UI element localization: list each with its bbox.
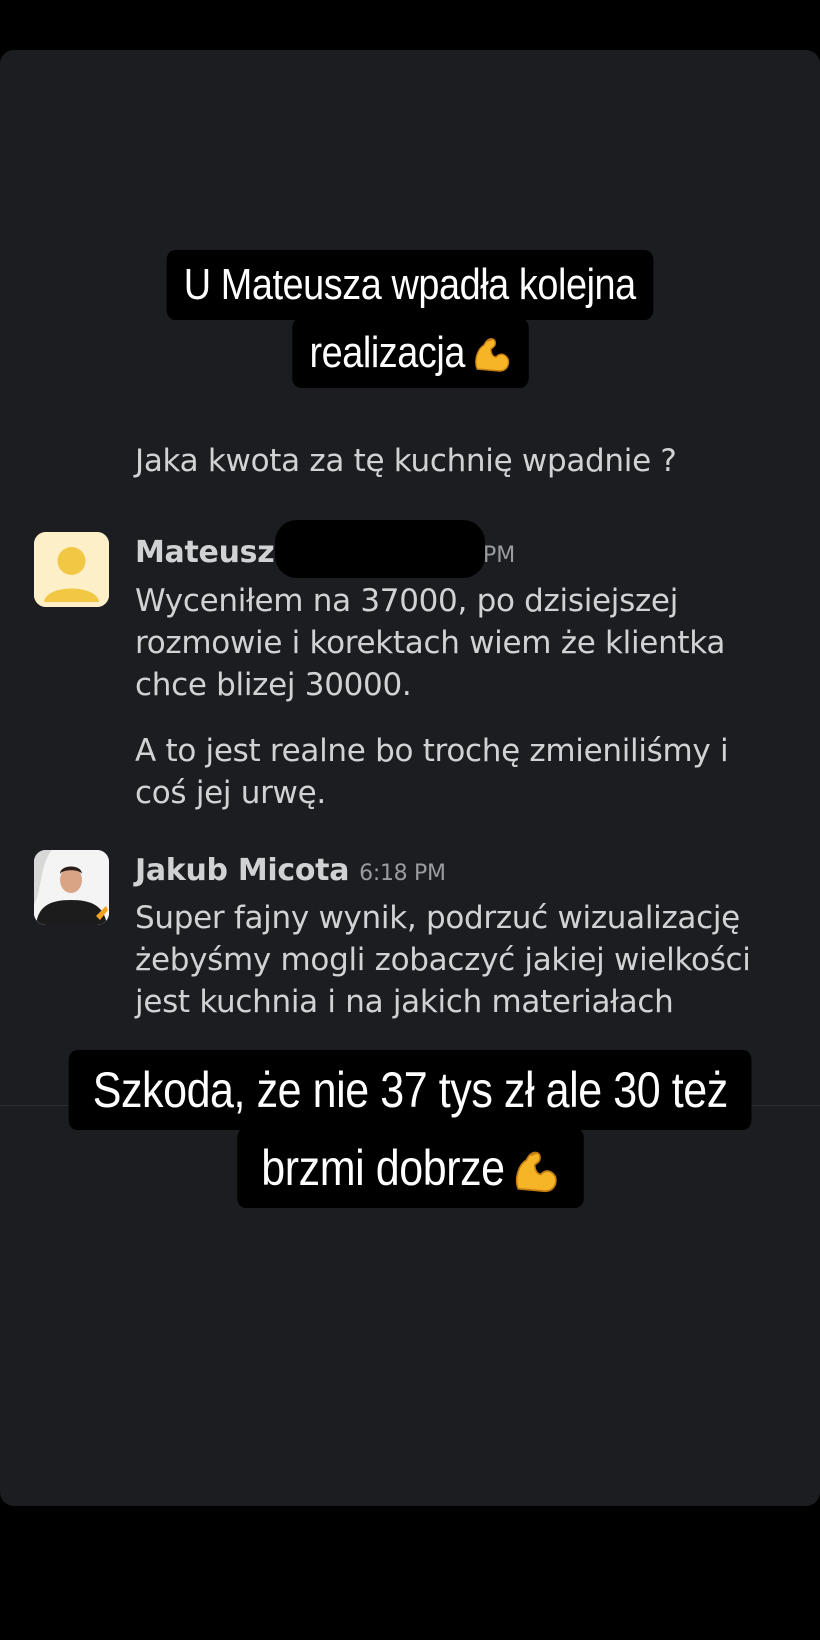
redaction-mark	[275, 520, 485, 578]
flexed-biceps-icon	[509, 1148, 559, 1196]
caption-bottom-line2: brzmi dobrze	[236, 1128, 584, 1208]
message-body: Wyceniłem na 37000, po dzisiejszej rozmo…	[135, 583, 726, 703]
caption-bottom-line1: Szkoda, że nie 37 tys zł ale 30 też	[68, 1050, 752, 1130]
caption-top-line1: U Mateusza wpadła kolejna	[166, 250, 654, 320]
caption-top-line2: realizacja	[291, 318, 529, 388]
message-author[interactable]: Mateusz	[135, 535, 275, 570]
flexed-biceps-icon	[470, 335, 511, 375]
previous-message-text: Jaka kwota za tę kuchnię wpadnie ?	[135, 443, 677, 479]
avatar[interactable]	[34, 532, 109, 607]
message-timestamp: PM	[483, 543, 516, 568]
story-screen: U Mateusza wpadła kolejna realizacja Jak…	[0, 0, 820, 1640]
message-timestamp: 6:18 PM	[359, 861, 446, 886]
story-caption-top: U Mateusza wpadła kolejna realizacja	[0, 250, 820, 388]
message-author[interactable]: Jakub Micota 6:18 PM	[135, 853, 446, 888]
profile-photo-icon	[34, 850, 109, 925]
avatar[interactable]	[34, 850, 109, 925]
message-body: A to jest realne bo trochę zmieniliśmy i…	[135, 733, 729, 811]
story-caption-bottom: Szkoda, że nie 37 tys zł ale 30 też brzm…	[0, 1050, 820, 1208]
user-avatar-icon	[34, 532, 109, 607]
message-body: Super fajny wynik, podrzuć wizualizację …	[135, 900, 751, 1020]
